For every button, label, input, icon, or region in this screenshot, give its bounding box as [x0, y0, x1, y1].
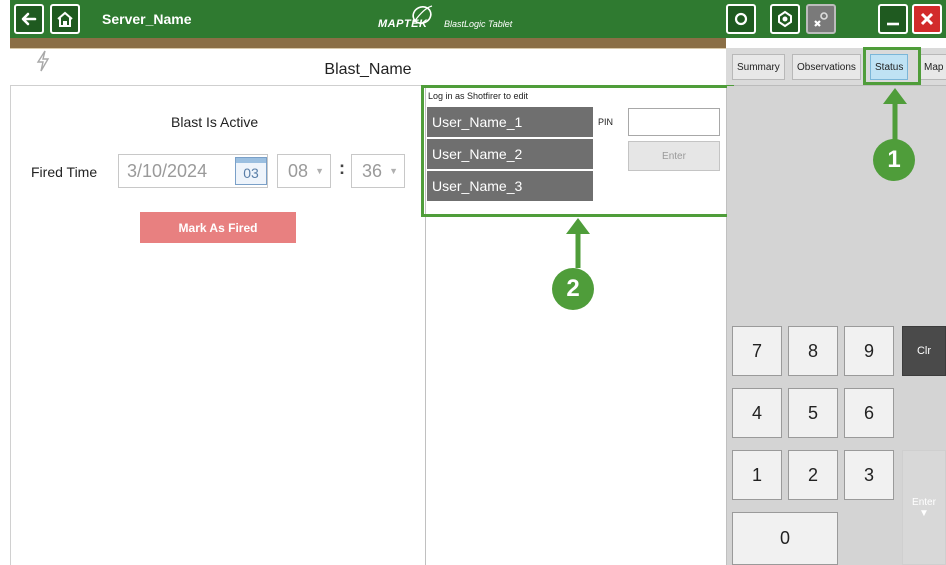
sync-button[interactable] — [770, 4, 800, 34]
minimize-icon — [887, 22, 899, 26]
back-arrow-icon — [21, 12, 37, 26]
key-5[interactable]: 5 — [788, 388, 838, 438]
key-4[interactable]: 4 — [732, 388, 782, 438]
home-button[interactable] — [50, 4, 80, 34]
annotation-arrow-1 — [883, 88, 907, 142]
key-3[interactable]: 3 — [844, 450, 894, 500]
home-icon — [57, 11, 73, 27]
settings-disabled-button[interactable] — [806, 4, 836, 34]
tab-observations[interactable]: Observations — [792, 54, 861, 80]
calendar-icon[interactable]: 03 — [235, 157, 267, 185]
minimize-button[interactable] — [878, 4, 908, 34]
title-bar: Server_Name MAPTEK BlastLogic Tablet — [10, 0, 946, 38]
fired-time-label: Fired Time — [31, 164, 98, 180]
settings-disabled-icon — [814, 12, 828, 27]
key-9[interactable]: 9 — [844, 326, 894, 376]
fired-date-picker[interactable]: 3/10/2024 03 — [118, 154, 268, 188]
key-6[interactable]: 6 — [844, 388, 894, 438]
tab-map[interactable]: Map — [919, 54, 946, 80]
refresh-button[interactable] — [726, 4, 756, 34]
close-button[interactable] — [912, 4, 942, 34]
annotation-arrow-2 — [566, 218, 590, 268]
annotation-badge-1: 1 — [873, 139, 915, 181]
key-7[interactable]: 7 — [732, 326, 782, 376]
chevron-down-icon: ▼ — [389, 166, 398, 176]
maptek-logo: MAPTEK BlastLogic Tablet — [370, 5, 530, 34]
sync-icon — [778, 10, 792, 28]
tab-summary[interactable]: Summary — [732, 54, 785, 80]
key-8[interactable]: 8 — [788, 326, 838, 376]
refresh-icon — [734, 12, 748, 26]
status-tab-highlight — [863, 47, 921, 85]
server-name: Server_Name — [102, 11, 192, 27]
keypad-enter-key[interactable]: Enter ▼ — [902, 450, 946, 565]
blast-state: Blast Is Active — [171, 114, 259, 130]
brand-mark: MAPTEK — [378, 18, 428, 30]
hour-select[interactable]: 08 ▼ — [277, 154, 331, 188]
key-2[interactable]: 2 — [788, 450, 838, 500]
key-1[interactable]: 1 — [732, 450, 782, 500]
time-separator: : — [339, 158, 345, 178]
close-icon — [920, 12, 934, 26]
back-button[interactable] — [14, 4, 44, 34]
down-triangle-icon: ▼ — [919, 507, 929, 519]
clear-key[interactable]: Clr — [902, 326, 946, 376]
login-highlight — [421, 85, 734, 217]
fired-date-value: 3/10/2024 — [127, 161, 208, 181]
status-panel: Blast Is Active Fired Time 3/10/2024 03 … — [10, 86, 424, 565]
minute-select[interactable]: 36 ▼ — [351, 154, 405, 188]
brand-product: BlastLogic Tablet — [444, 19, 513, 29]
blast-header: Blast_Name — [10, 38, 726, 86]
mark-as-fired-button[interactable]: Mark As Fired — [140, 212, 296, 243]
chevron-down-icon: ▼ — [315, 166, 324, 176]
key-0[interactable]: 0 — [732, 512, 838, 565]
annotation-badge-2: 2 — [552, 268, 594, 310]
blast-name: Blast_Name — [324, 61, 412, 78]
